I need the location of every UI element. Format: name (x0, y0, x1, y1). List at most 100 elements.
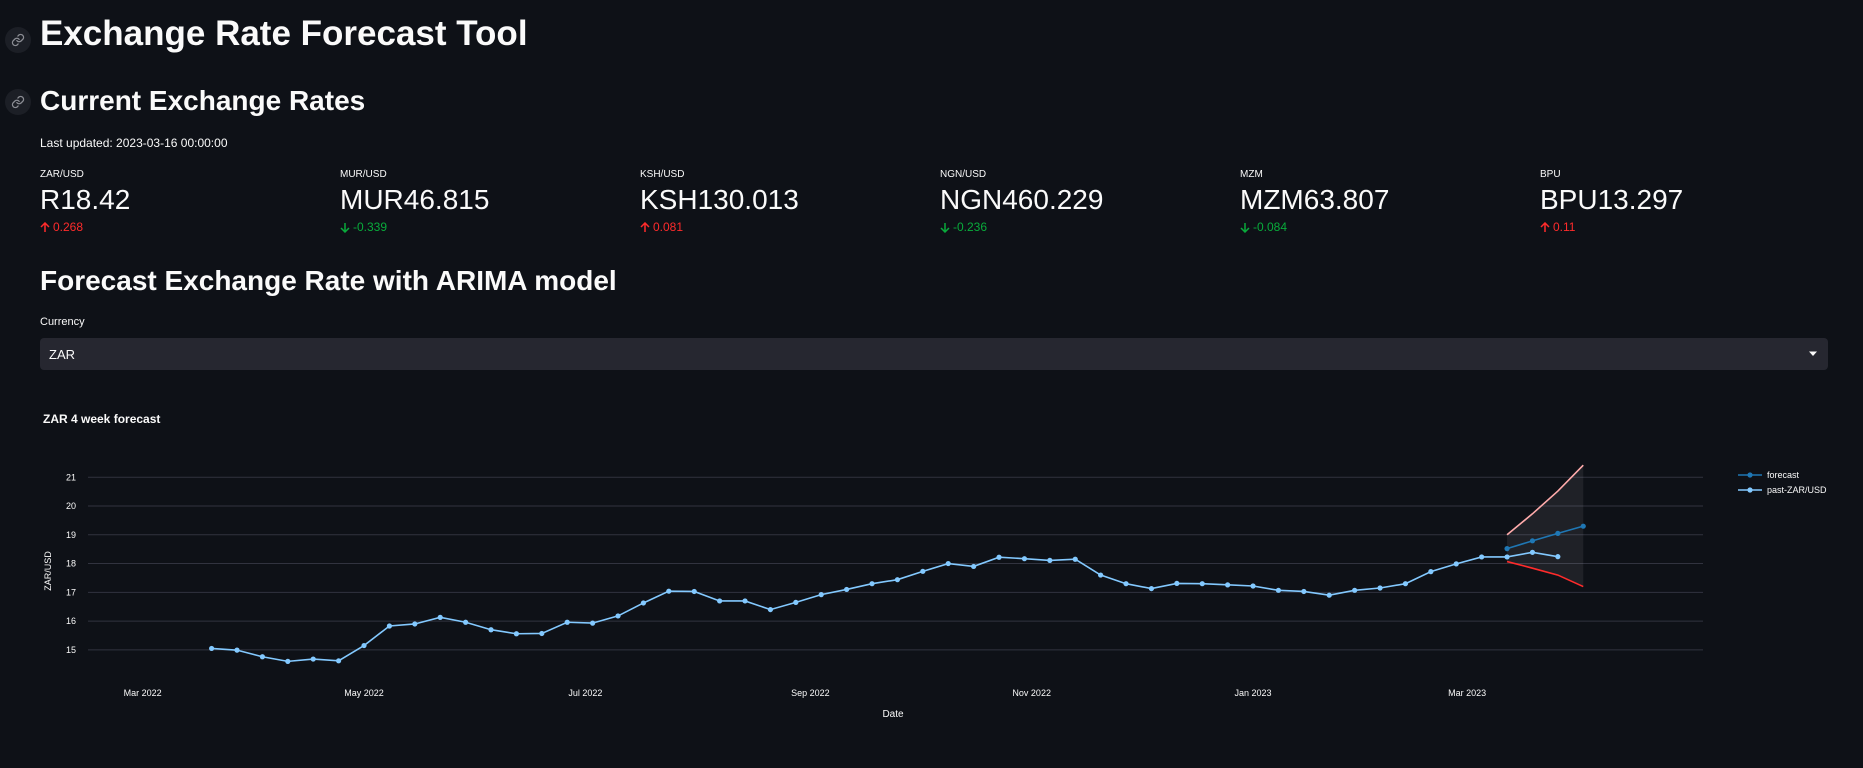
x-tick-label: May 2022 (344, 688, 384, 698)
y-tick-label: 21 (66, 472, 76, 482)
y-tick-label: 16 (66, 616, 76, 626)
y-tick-label: 15 (66, 645, 76, 655)
metric-delta: -0.236 (940, 220, 1240, 234)
chevron-down-icon (1809, 351, 1817, 356)
metric-delta: 0.11 (1540, 220, 1840, 234)
past-point (894, 577, 901, 583)
metric-value: MZM63.807 (1240, 184, 1390, 215)
past-point (818, 592, 824, 598)
current-rates-heading: Current Exchange Rates (40, 85, 366, 116)
arrow-up-icon (40, 221, 50, 232)
forecast-chart[interactable]: ZAR 4 week forecast 15 16 17 18 19 20 21 Mar 2… (0, 400, 1863, 740)
past-point (869, 581, 875, 587)
y-tick-labels: 15 16 17 18 19 20 21 (66, 472, 76, 655)
x-tick-label: Jul 2022 (568, 688, 602, 698)
arrow-down-icon (940, 222, 950, 233)
chart-legend: forecast past-ZAR/USD (1738, 470, 1827, 495)
past-point (793, 599, 799, 605)
metric-delta-value: 0.11 (1553, 220, 1576, 234)
metric-zar-usd: ZAR/USD R18.42 0.268 (40, 169, 340, 234)
past-point (590, 620, 596, 626)
metric-label: MUR/USD (340, 169, 387, 180)
past-point (412, 621, 418, 627)
metric-mzm: MZM MZM63.807 -0.084 (1240, 169, 1540, 234)
past-point (742, 598, 748, 604)
past-point (920, 568, 926, 574)
forecast-point (1555, 530, 1561, 536)
past-point (1047, 557, 1053, 563)
past-point (1428, 569, 1434, 575)
x-tick-label: Sep 2022 (791, 688, 830, 698)
past-point (1453, 561, 1459, 567)
forecast-heading: Forecast Exchange Rate with ARIMA model (40, 265, 617, 296)
past-point (1174, 580, 1180, 587)
past-point (564, 619, 570, 625)
metric-mur-usd: MUR/USD MUR46.815 -0.339 (340, 169, 640, 234)
metric-label: ZAR/USD (40, 169, 84, 180)
past-point (945, 560, 951, 567)
past-point (1098, 572, 1104, 578)
legend-label: past-ZAR/USD (1767, 485, 1827, 495)
title-anchor-link[interactable] (5, 27, 31, 53)
past-point (513, 631, 520, 637)
arrow-down-icon (1240, 222, 1250, 233)
y-tick-label: 20 (66, 501, 76, 511)
metric-label: NGN/USD (940, 169, 987, 180)
past-point (336, 658, 342, 664)
metric-delta: 0.081 (640, 220, 940, 234)
y-tick-label: 19 (66, 530, 76, 540)
metric-label: KSH/USD (640, 169, 685, 180)
past-point (717, 598, 723, 604)
x-tick-label: Jan 2023 (1235, 688, 1272, 698)
currency-label: Currency (40, 316, 85, 328)
past-point (209, 645, 215, 652)
past-point (1555, 554, 1561, 560)
past-line (211, 551, 1558, 663)
chart-grid (88, 476, 1703, 651)
x-tick-label: Mar 2023 (1448, 688, 1486, 698)
past-point (1275, 587, 1282, 593)
past-point (234, 647, 240, 653)
metric-delta-value: 0.268 (53, 220, 84, 234)
past-point (1377, 585, 1383, 591)
past-point (1199, 581, 1205, 587)
past-point (971, 563, 977, 570)
past-point (1352, 587, 1358, 593)
legend-label: forecast (1767, 470, 1800, 480)
metric-label: BPU (1540, 169, 1561, 180)
metric-delta: -0.084 (1240, 220, 1540, 234)
x-axis-label: Date (882, 709, 904, 720)
arrow-up-icon (1540, 221, 1550, 232)
metric-delta: 0.268 (40, 220, 340, 234)
metric-value: KSH130.013 (640, 184, 799, 215)
past-point (386, 623, 393, 629)
confidence-band (1506, 464, 1584, 588)
x-tick-label: Nov 2022 (1012, 688, 1051, 698)
past-point (1301, 588, 1307, 595)
past-series (209, 549, 1561, 664)
heading-anchor-link[interactable] (5, 89, 31, 115)
metric-delta-value: -0.339 (353, 220, 388, 234)
forecast-point (1504, 546, 1510, 552)
y-axis-label: ZAR/USD (43, 551, 53, 591)
chart-title: ZAR 4 week forecast (43, 412, 160, 426)
currency-select[interactable]: ZAR (40, 338, 1828, 370)
arrow-up-icon (640, 221, 650, 232)
past-point (310, 656, 316, 662)
past-point (1326, 592, 1332, 598)
chart-series (209, 523, 1586, 664)
metric-ksh-usd: KSH/USD KSH130.013 0.081 (640, 169, 940, 234)
past-point (1529, 549, 1536, 555)
past-point (259, 654, 266, 660)
legend-marker (1747, 487, 1753, 493)
page-title: Exchange Rate Forecast Tool (40, 14, 528, 53)
metric-delta-value: -0.084 (1253, 220, 1288, 234)
forecast-point (1580, 523, 1586, 529)
past-point (1250, 583, 1256, 589)
past-point (1479, 554, 1485, 560)
past-point (437, 614, 443, 620)
past-point (767, 606, 774, 613)
forecast-point (1529, 538, 1536, 544)
past-point (1148, 585, 1155, 592)
legend-marker (1747, 472, 1753, 478)
